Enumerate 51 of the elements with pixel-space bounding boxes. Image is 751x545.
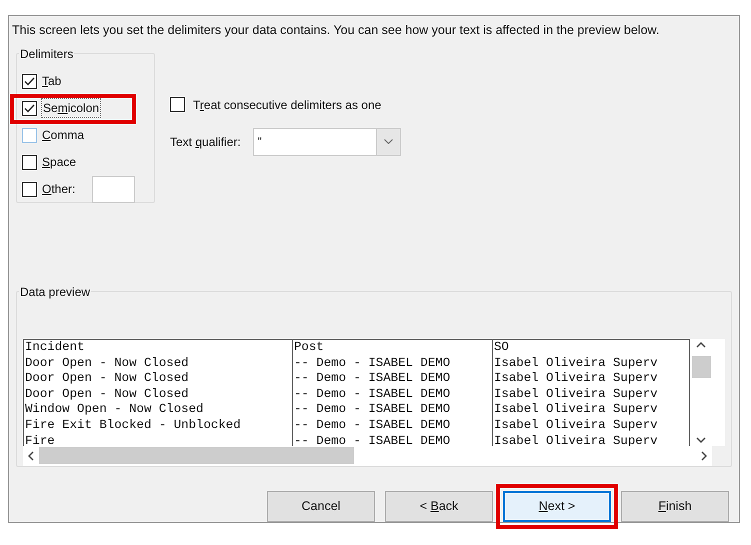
column-header: Post [294,340,325,356]
checkbox-label: Comma [41,127,86,144]
chevron-down-icon [696,436,706,443]
checkbox-label: Semicolon [41,98,102,118]
text-qualifier-label: Text qualifier: [170,134,241,151]
checkbox-label: Space [41,154,78,172]
chevron-down-icon [384,139,393,144]
table-cell-text: Isabel Oliveira Superv [494,386,659,402]
table-cell-text: Door Open - Now Closed [25,356,190,372]
checkbox-label: Treat consecutive delimiters as one [193,96,382,114]
table-cell-text: Fire Exit Blocked - Unblocked [25,418,242,434]
dialog-button[interactable]: Next > [503,491,611,522]
check-icon [24,76,35,86]
table-cell-text: Door Open - Now Closed [25,371,190,387]
table-cell-text: -- Demo - ISABEL DEMO [294,402,452,418]
table-cell-text: Window Open - Now Closed [25,402,204,418]
dialog-button[interactable]: Cancel [267,491,375,522]
table-cell-text: -- Demo - ISABEL DEMO [294,418,452,434]
chevron-right-icon [701,450,707,461]
other-field[interactable] [92,176,136,203]
table-cell-text: Isabel Oliveira Superv [494,356,659,372]
dialog-button[interactable]: Finish [621,491,729,522]
table-cell-text: Isabel Oliveira Superv [494,434,659,446]
dialog-button[interactable]: < Back [385,491,493,522]
table-cell-text: Isabel Oliveira Superv [494,418,659,434]
description-text: This screen lets you set the delimiters your data contains. You can see how your text is affected in the preview below. [12,22,660,39]
checkbox[interactable] [170,97,185,112]
table-cell-text: -- Demo - ISABEL DEMO [294,386,452,402]
check-icon [24,104,35,113]
checkbox[interactable] [22,182,37,197]
chevron-up-icon [696,342,706,348]
column-header: SO [494,340,510,356]
column-header: Incident [25,340,86,356]
chevron-left-icon [28,450,34,461]
table-cell-text: -- Demo - ISABEL DEMO [294,356,452,372]
text-qualifier-dropdown[interactable]: " [252,128,401,156]
table-cell-text: -- Demo - ISABEL DEMO [294,371,452,387]
table-cell-text: -- Demo - ISABEL DEMO [294,434,452,446]
table-cell-text: Isabel Oliveira Superv [494,402,659,418]
checkbox[interactable] [22,100,37,116]
table-cell-text: Fire [25,434,56,446]
checkbox[interactable] [22,154,37,170]
horizontal-scrollbar[interactable] [23,446,712,466]
table-cell-text: Isabel Oliveira Superv [494,371,659,387]
checkbox-label: Other: [41,181,76,198]
scroll-thumb[interactable] [692,356,710,378]
table-cell-text: Door Open - Now Closed [25,386,190,402]
checkbox[interactable] [22,128,37,143]
checkbox-label: Tab [41,73,62,90]
checkbox[interactable] [22,74,37,89]
scroll-thumb[interactable] [39,447,354,464]
